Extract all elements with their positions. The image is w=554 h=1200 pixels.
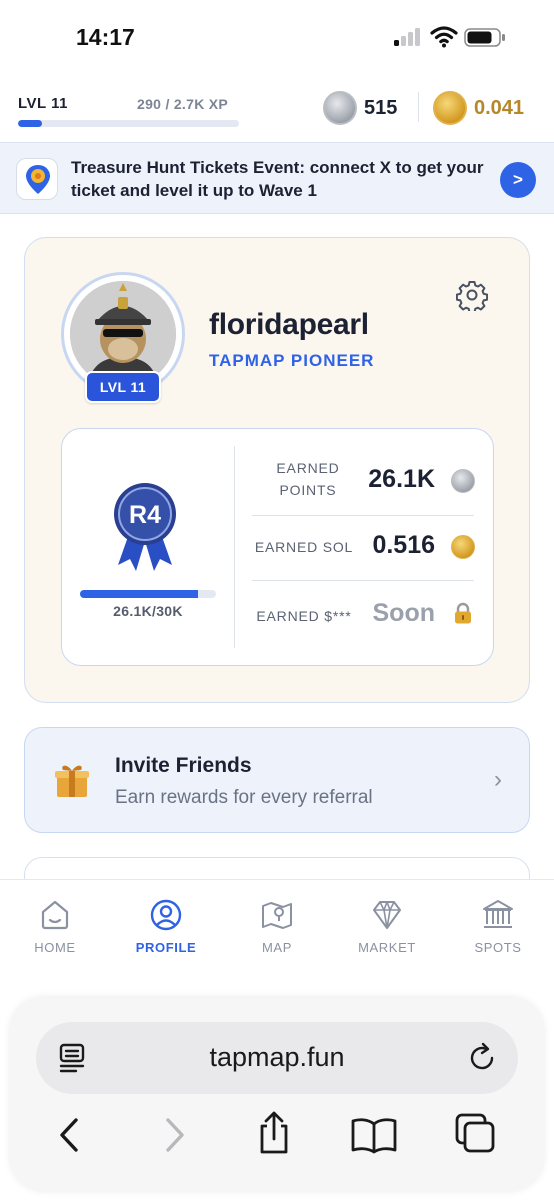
status-bar: 14:17 <box>0 0 554 78</box>
lock-icon <box>455 602 471 624</box>
profile-card: LVL 11 floridapearl TAPMAP PIONEER R4 26… <box>24 237 530 703</box>
nav-item-map[interactable]: MAP <box>232 898 322 968</box>
nav-item-home[interactable]: HOME <box>10 898 100 968</box>
nav-item-profile[interactable]: PROFILE <box>121 898 211 968</box>
battery-icon <box>464 28 505 47</box>
banner-go-button[interactable]: > <box>500 162 536 198</box>
tabs-icon[interactable] <box>454 1112 498 1156</box>
status-time: 14:17 <box>76 24 135 50</box>
cellular-signal-icon <box>394 28 422 46</box>
points-balance: 515 <box>364 97 398 119</box>
nav-label: SPOTS <box>474 940 522 955</box>
stat-value: Soon <box>372 599 436 627</box>
bank-icon <box>483 900 513 928</box>
stats-divider <box>234 446 235 648</box>
xp-text: 290 / 2.7K XP <box>137 96 229 112</box>
silver-coin-icon <box>451 469 475 493</box>
nav-item-spots[interactable]: SPOTS <box>453 898 543 968</box>
forward-icon[interactable] <box>160 1116 190 1154</box>
profile-icon <box>150 899 182 931</box>
address-bar[interactable]: tapmap.fun <box>36 1022 518 1094</box>
invite-friends-card[interactable]: Invite Friends Earn rewards for every re… <box>24 727 530 833</box>
back-icon[interactable] <box>54 1116 84 1154</box>
browser-toolbar: tapmap.fun <box>10 998 544 1192</box>
reload-icon[interactable] <box>466 1042 498 1074</box>
wifi-icon <box>430 26 458 48</box>
nav-label: HOME <box>34 940 76 955</box>
stat-earned-sol: EARNED SOL 0.516 <box>252 525 477 591</box>
level-label: LVL 11 <box>18 95 68 112</box>
bottom-nav: HOME PROFILE MAP MARKET SPOTS <box>0 879 554 989</box>
stat-label: EARNED SOL <box>254 539 354 555</box>
nav-label: MARKET <box>358 940 416 955</box>
treasure-pin-icon <box>16 158 58 200</box>
xp-progress-fill <box>18 120 42 127</box>
stat-separator <box>252 580 474 581</box>
username: floridapearl <box>209 308 369 341</box>
stat-earned-points: EARNED POINTS 26.1K <box>252 457 477 523</box>
stat-value: 0.516 <box>372 531 435 559</box>
header-divider <box>418 92 419 122</box>
avatar-level-badge: LVL 11 <box>85 371 161 403</box>
rank-progress-text: 26.1K/30K <box>113 603 183 619</box>
invite-subtitle: Earn rewards for every referral <box>115 787 373 808</box>
xp-progress-bar <box>18 120 239 127</box>
map-icon <box>262 902 292 929</box>
url-text: tapmap.fun <box>209 1042 345 1072</box>
stat-earned-token: EARNED $*** Soon <box>252 589 477 655</box>
nav-label: PROFILE <box>135 940 197 955</box>
diamond-icon <box>373 901 401 929</box>
stat-separator <box>252 515 474 516</box>
stat-label: EARNED $*** <box>256 608 352 624</box>
banner-text: Treasure Hunt Tickets Event: connect X t… <box>71 158 484 200</box>
chevron-right-icon: › <box>494 766 502 793</box>
home-icon <box>41 900 69 930</box>
silver-coin-icon <box>323 91 357 125</box>
event-banner[interactable]: Treasure Hunt Tickets Event: connect X t… <box>0 142 554 214</box>
rank-progress-bar <box>80 590 216 598</box>
sol-coin-icon <box>433 91 467 125</box>
share-icon[interactable] <box>254 1110 294 1156</box>
level-header: LVL 11 290 / 2.7K XP 515 0.041 <box>0 78 554 140</box>
invite-title: Invite Friends <box>115 754 252 777</box>
stats-card: R4 26.1K/30K EARNED POINTS 26.1K EARNED … <box>61 428 494 666</box>
sol-balance: 0.041 <box>474 97 525 119</box>
gear-icon[interactable] <box>456 279 488 311</box>
nav-item-market[interactable]: MARKET <box>342 898 432 968</box>
sol-coin-icon <box>451 535 475 559</box>
stat-label: EARNED POINTS <box>276 460 340 498</box>
nav-label: MAP <box>262 940 292 955</box>
rank-label: R4 <box>129 501 161 529</box>
gift-icon <box>55 765 89 797</box>
bookmarks-icon[interactable] <box>350 1116 398 1154</box>
stat-value: 26.1K <box>368 465 435 493</box>
rank-progress-fill <box>80 590 199 598</box>
rank-ribbon-icon: R4 <box>114 483 176 571</box>
user-title: TAPMAP PIONEER <box>209 351 375 370</box>
